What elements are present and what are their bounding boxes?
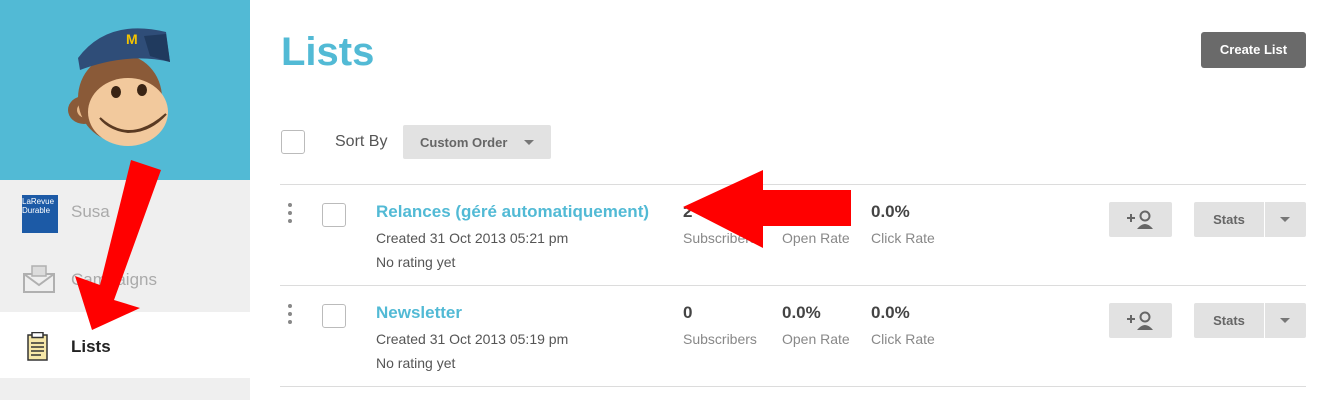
sort-order-value: Custom Order <box>420 135 508 150</box>
list-name-link[interactable]: Newsletter <box>376 303 462 323</box>
list-name-link[interactable]: Relances (géré automatiquement) <box>376 202 649 222</box>
account-name: Susa <box>71 202 110 221</box>
stats-menu-toggle[interactable] <box>1265 303 1306 338</box>
chevron-down-icon <box>524 140 534 145</box>
subscribers-count: 2 <box>683 202 693 221</box>
click-rate-label: Click Rate <box>871 331 935 347</box>
sidebar-item-label: Campaigns <box>71 270 157 289</box>
subscribers-label: Subscribers <box>683 230 757 246</box>
list-created-date: Created 31 Oct 2013 05:19 pm <box>376 331 569 347</box>
drag-handle-icon[interactable] <box>288 304 292 328</box>
list-row-checkbox[interactable] <box>322 304 346 328</box>
click-rate-label: Click Rate <box>871 230 935 246</box>
stats-button[interactable]: Stats <box>1194 202 1264 237</box>
freddie-mascot-logo[interactable]: M <box>58 22 182 152</box>
list-rating: No rating yet <box>376 254 456 270</box>
select-all-checkbox[interactable] <box>281 130 305 154</box>
sidebar-item-label: Lists <box>71 337 111 356</box>
add-subscriber-button[interactable] <box>1109 303 1172 338</box>
stats-button[interactable]: Stats <box>1194 303 1264 338</box>
sidebar-item-campaigns[interactable]: Campaigns <box>0 246 250 312</box>
open-rate-label: Open Rate <box>782 230 850 246</box>
stats-menu-toggle[interactable] <box>1265 202 1306 237</box>
sidebar: M Susa LaRevue Durable Campaigns Lists <box>0 0 250 400</box>
subscribers-count: 0 <box>683 303 693 322</box>
list-created-date: Created 31 Oct 2013 05:21 pm <box>376 230 569 246</box>
envelope-icon <box>23 265 55 293</box>
list-row: Newsletter Created 31 Oct 2013 05:19 pm … <box>280 286 1306 386</box>
organization-logo: LaRevue Durable <box>22 195 58 233</box>
brand-header: M <box>0 0 250 180</box>
svg-text:M: M <box>126 31 138 47</box>
list-row: Relances (géré automatiquement) Created … <box>280 185 1306 285</box>
chevron-down-icon <box>1280 318 1290 323</box>
list-rating: No rating yet <box>376 355 456 371</box>
document-list-icon <box>27 332 48 361</box>
create-list-button[interactable]: Create List <box>1201 32 1306 68</box>
open-rate-value: 0.0% <box>782 202 821 221</box>
chevron-down-icon <box>1280 217 1290 222</box>
click-rate-value: 0.0% <box>871 303 910 322</box>
divider <box>280 386 1306 387</box>
subscribers-label: Subscribers <box>683 331 757 347</box>
add-subscriber-icon <box>1127 311 1153 330</box>
page-title: Lists <box>281 30 375 74</box>
open-rate-label: Open Rate <box>782 331 850 347</box>
sort-order-dropdown[interactable]: Custom Order <box>403 125 551 159</box>
click-rate-value: 0.0% <box>871 202 910 221</box>
sort-by-label: Sort By <box>335 133 388 150</box>
add-subscriber-button[interactable] <box>1109 202 1172 237</box>
open-rate-value: 0.0% <box>782 303 821 322</box>
add-subscriber-icon <box>1127 210 1153 229</box>
drag-handle-icon[interactable] <box>288 203 292 227</box>
sidebar-item-lists[interactable]: Lists <box>0 312 250 378</box>
list-row-checkbox[interactable] <box>322 203 346 227</box>
